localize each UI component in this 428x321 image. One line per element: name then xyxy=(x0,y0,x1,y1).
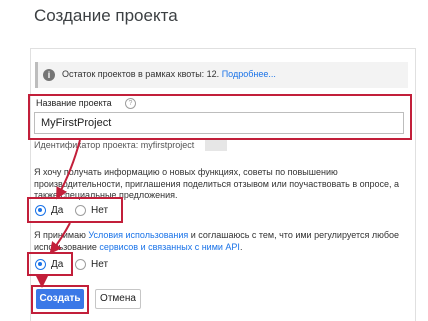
quota-text: Остаток проектов в рамках квоты: 12. Под… xyxy=(62,69,276,79)
services-api-link[interactable]: сервисов и связанных с ними API xyxy=(99,242,240,252)
terms-suffix: . xyxy=(239,241,243,252)
project-id-text: Идентификатор проекта: myfirstproject xyxy=(34,140,195,150)
terms-no-radio[interactable] xyxy=(75,259,86,270)
create-button-highlight xyxy=(31,285,89,314)
terms-of-service-link[interactable]: Условия использования xyxy=(88,230,188,240)
terms-no-label[interactable]: Нет xyxy=(91,259,108,270)
learn-more-link[interactable]: Подробнее... xyxy=(222,69,276,79)
updates-radio-highlight xyxy=(27,197,123,223)
terms-prefix: Я принимаю xyxy=(34,230,89,240)
terms-text: Я принимаю Условия использования и согла… xyxy=(34,230,404,253)
terms-radio-highlight xyxy=(27,252,73,276)
quota-message: Остаток проектов в рамках квоты: 12. xyxy=(62,69,220,79)
cancel-button[interactable]: Отмена xyxy=(95,289,141,309)
page-title: Создание проекта xyxy=(34,6,178,25)
info-icon: i xyxy=(43,69,55,81)
project-name-highlight xyxy=(28,94,412,140)
redacted-id-suffix xyxy=(205,140,227,151)
